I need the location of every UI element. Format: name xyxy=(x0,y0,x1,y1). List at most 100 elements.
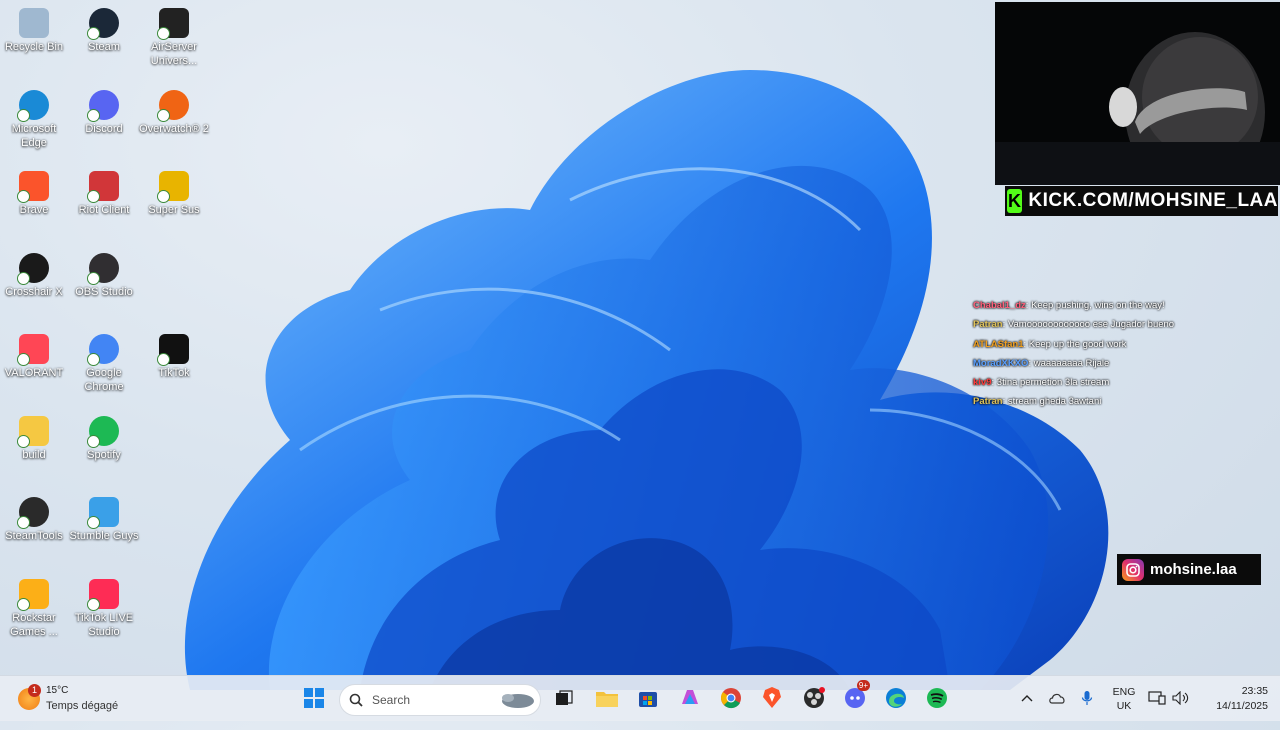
desktop-icon-chrome[interactable]: Google Chrome xyxy=(69,330,139,394)
brave-button[interactable] xyxy=(758,685,786,711)
desktop-icon-tiktok[interactable]: TikTok xyxy=(139,330,209,380)
shortcut-overlay-icon xyxy=(87,27,100,40)
weather-condition: Temps dégagé xyxy=(46,700,119,712)
desktop-icon-brave[interactable]: Brave xyxy=(0,167,69,217)
microphone-button[interactable] xyxy=(1073,685,1101,711)
desktop-icon-discord[interactable]: Discord xyxy=(69,86,139,136)
taskbar-clock[interactable]: 23:35 14/11/2025 xyxy=(1198,684,1268,714)
chat-username: MoradXKXO xyxy=(973,357,1029,369)
desktop-icon-label: Stumble Guys xyxy=(69,530,139,542)
discord-taskbar-button[interactable]: 9+ xyxy=(841,680,870,711)
m365-button[interactable] xyxy=(676,685,704,711)
obs-taskbar-button[interactable] xyxy=(800,685,828,711)
shortcut-overlay-icon xyxy=(87,271,100,285)
desktop-icon-airserver[interactable]: AirServer Univers... xyxy=(139,4,209,68)
desktop-icon-spotify[interactable]: Spotify xyxy=(69,412,139,462)
store-button[interactable] xyxy=(634,685,662,711)
start-button[interactable] xyxy=(300,685,328,711)
shortcut-overlay-icon xyxy=(17,434,30,448)
volume-button[interactable] xyxy=(1167,685,1195,711)
tray-overflow-button[interactable] xyxy=(1013,685,1041,711)
desktop-icon-label: TikTok xyxy=(158,367,190,379)
desktop-icon-label: SteamTools xyxy=(5,530,63,542)
instagram-banner: mohsine.laa xyxy=(1117,554,1261,585)
webcam-feed xyxy=(995,32,1280,185)
chat-text: Keep up the good work xyxy=(1028,338,1127,350)
desktop-icon-label: AirServer Univers... xyxy=(150,41,198,67)
stumble-guys-icon xyxy=(87,497,119,529)
shortcut-overlay-icon xyxy=(157,108,170,122)
kick-banner: K KICK.COM/MOHSINE_LAA xyxy=(1005,186,1278,216)
riot-icon xyxy=(87,171,119,203)
cloud-icon xyxy=(1049,693,1065,704)
edge-icon xyxy=(17,89,49,122)
desktop-icon-valorant[interactable]: VALORANT xyxy=(0,330,69,380)
obs-icon xyxy=(804,687,825,708)
desktop-icon-label: Spotify xyxy=(87,448,121,461)
speaker-icon xyxy=(1172,691,1189,705)
desktop-icon-rockstar[interactable]: Rockstar Games ... xyxy=(0,575,69,639)
recycle-bin-icon xyxy=(19,8,49,38)
search-highlight-icon xyxy=(502,694,534,708)
chevron-up-icon xyxy=(1021,695,1033,702)
steamtools-icon xyxy=(17,497,49,529)
desktop-icon-super-sus[interactable]: Super Sus xyxy=(139,167,209,217)
chat-username: ATLASfan1 xyxy=(973,338,1024,350)
microsoft-store-icon xyxy=(639,692,657,707)
valorant-icon xyxy=(17,334,49,366)
desktop-icon-tiktok-live[interactable]: TikTok LIVE Studio xyxy=(69,575,139,639)
keyboard-layout: UK xyxy=(1116,700,1132,712)
chat-text: stream gheda 3awtani xyxy=(1007,396,1102,408)
chat-text: Keep pushing, wins on the way! xyxy=(1031,300,1165,311)
desktop-icon-label: VALORANT xyxy=(4,367,64,379)
folder-icon xyxy=(596,692,618,707)
chat-text: waaaaaaaa Rijale xyxy=(1033,357,1110,369)
file-explorer-button[interactable] xyxy=(593,685,621,711)
taskbar: 1 15°C Temps dégagé Search 9+ ENG UK 23:… xyxy=(0,675,1280,721)
spotify-icon xyxy=(87,415,119,448)
desktop-icon-steamtools[interactable]: SteamTools xyxy=(0,493,69,543)
chrome-button[interactable] xyxy=(717,685,745,711)
desktop-icon-recycle-bin[interactable]: Recycle Bin xyxy=(0,4,69,54)
onedrive-button[interactable] xyxy=(1043,685,1071,711)
desktop-icon-label: Overwatch® 2 xyxy=(139,122,209,135)
desktop-icon-folder[interactable]: build xyxy=(0,412,69,462)
desktop-icon-label: Recycle Bin xyxy=(4,41,64,53)
chat-message: ATLASfan1: Keep up the good work xyxy=(973,335,1273,354)
clock-time: 23:35 xyxy=(1241,685,1268,697)
webcam-overlay xyxy=(995,2,1280,185)
desktop-icon-label: Microsoft Edge xyxy=(11,122,57,149)
task-view-button[interactable] xyxy=(550,685,578,711)
chat-text: Vamoooooooooooo ese Jugador bueno xyxy=(1007,319,1175,331)
edge-icon xyxy=(886,688,906,708)
steam-icon xyxy=(87,8,119,40)
language-code: ENG xyxy=(1112,686,1136,698)
desktop-icon-riot[interactable]: Riot Client xyxy=(69,167,139,217)
shortcut-overlay-icon xyxy=(157,353,170,366)
chat-message: Patran: stream gheda 3awtani xyxy=(973,392,1273,411)
desktop-icon-label: Super Sus xyxy=(148,204,200,216)
edge-taskbar-button[interactable] xyxy=(882,685,910,711)
desktop-icon-crosshair[interactable]: Crosshair X xyxy=(0,249,69,299)
overwatch-icon xyxy=(157,89,189,122)
desktop-icon-label: TikTok LIVE Studio xyxy=(74,611,134,638)
shortcut-overlay-icon xyxy=(87,190,100,203)
weather-badge: 1 xyxy=(28,684,41,697)
stream-chat: Chabal1_dz: Keep pushing, wins on the wa… xyxy=(973,296,1273,412)
language-indicator[interactable]: ENG UK xyxy=(1110,676,1138,730)
shortcut-overlay-icon xyxy=(17,108,30,122)
desktop-icon-label: Riot Client xyxy=(78,204,130,216)
desktop-icon-stumble-guys[interactable]: Stumble Guys xyxy=(69,493,139,543)
desktop-icon-steam[interactable]: Steam xyxy=(69,4,139,54)
folder-icon xyxy=(17,415,49,448)
chat-username: Patran xyxy=(973,319,1003,331)
desktop-icon-obs[interactable]: OBS Studio xyxy=(69,249,139,299)
shortcut-overlay-icon xyxy=(17,353,30,366)
desktop-icon-overwatch[interactable]: Overwatch® 2 xyxy=(139,86,209,136)
shortcut-overlay-icon xyxy=(87,353,100,366)
desktop-icon-edge[interactable]: Microsoft Edge xyxy=(0,86,69,150)
taskbar-search[interactable]: Search xyxy=(339,684,541,716)
shortcut-overlay-icon xyxy=(17,190,30,203)
spotify-taskbar-button[interactable] xyxy=(923,685,951,711)
weather-widget[interactable]: 1 15°C Temps dégagé xyxy=(18,684,158,714)
